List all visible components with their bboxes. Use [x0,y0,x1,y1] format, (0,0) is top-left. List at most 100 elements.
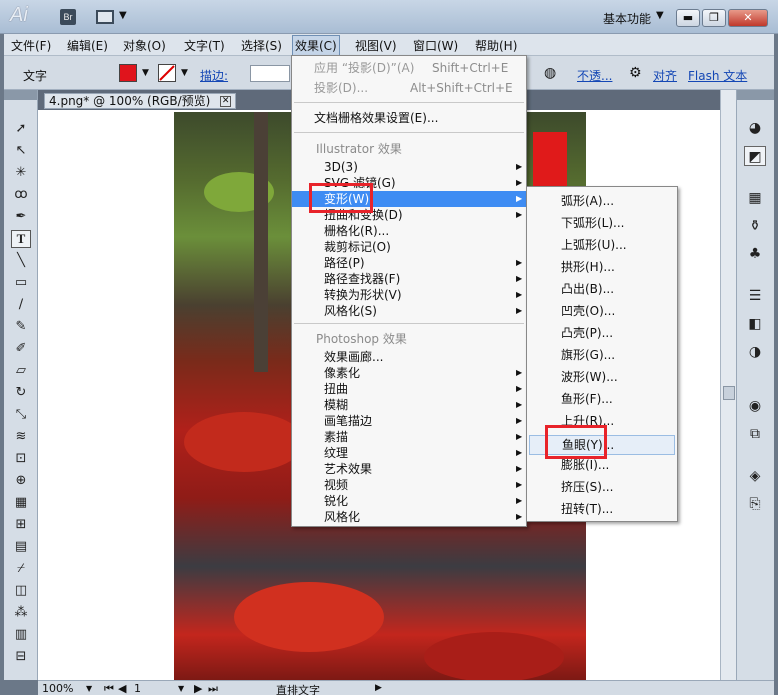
menu-item-pixelate[interactable]: 像素化 ▶ [292,365,526,381]
last-page-icon[interactable]: ⏭ [208,682,218,695]
appearance-icon[interactable]: ◉ [744,396,766,416]
symbol-sprayer-icon[interactable]: ⁂ [11,604,31,622]
menu-item-apply-last-effect[interactable]: 应用 “投影(D)”(A) Shift+Ctrl+E [292,60,526,76]
layers-icon[interactable]: ◈ [744,466,766,486]
graph-tool-icon[interactable]: ▦ [11,494,31,512]
menu-item-distort[interactable]: 扭曲 ▶ [292,381,526,397]
warp-tool-icon[interactable]: ≋ [11,428,31,446]
prev-page-icon[interactable]: ◀ [118,682,126,695]
menu-item-effect-gallery[interactable]: 效果画廊... [292,349,526,365]
blend-tool-icon[interactable]: ◫ [11,582,31,600]
menu-item-crop-marks[interactable]: 裁剪标记(O) [292,239,526,255]
menu-item-3d[interactable]: 3D(3) ▶ [292,159,526,175]
stroke-color-swatch[interactable] [158,64,176,82]
lasso-icon[interactable]: ꝏ [11,186,31,204]
menu-item-fish[interactable]: 鱼形(F)... [527,391,677,407]
chevron-down-icon[interactable]: ▼ [119,10,127,21]
menu-item-stylize[interactable]: 风格化(S) ▶ [292,303,526,319]
menu-item-artistic[interactable]: 艺术效果 ▶ [292,461,526,477]
first-page-icon[interactable]: ⏮ [104,682,114,695]
menu-item-shell-lower[interactable]: 凹壳(O)... [527,303,677,319]
artboards-icon[interactable]: ⎘ [744,494,766,514]
chevron-down-icon[interactable]: ▼ [142,68,149,78]
menu-item-path[interactable]: 路径(P) ▶ [292,255,526,271]
graphic-styles-icon[interactable]: ⧉ [744,424,766,444]
scale-tool-icon[interactable]: ⤡ [11,406,31,424]
color-guide-icon[interactable]: ◩ [744,146,766,166]
menu-item-last-effect[interactable]: 投影(D)... Alt+Shift+Ctrl+E [292,80,526,96]
menu-item-texture[interactable]: 纹理 ▶ [292,445,526,461]
menu-item-brush-strokes[interactable]: 画笔描边 ▶ [292,413,526,429]
gear-icon[interactable]: ⚙ [629,65,642,81]
menu-item-arc[interactable]: 弧形(A)... [527,193,677,209]
blob-brush-icon[interactable]: ✐ [11,340,31,358]
menu-window[interactable]: 窗口(W) [413,37,458,54]
menu-item-video[interactable]: 视频 ▶ [292,477,526,493]
menu-item-stylize-ps[interactable]: 风格化 ▶ [292,509,526,525]
selection-tool-icon[interactable]: ➚ [11,120,31,138]
stroke-label[interactable]: 描边: [200,67,228,84]
workspace-switcher[interactable]: 基本功能 [603,10,651,27]
brush-icon[interactable]: ◍ [544,65,556,81]
swatches-icon[interactable]: ▦ [744,188,766,208]
opacity-link[interactable]: 不透... [577,67,612,84]
scrollbar-thumb[interactable] [723,386,735,400]
type-tool-icon[interactable]: T [11,230,31,248]
menu-item-document-raster-settings[interactable]: 文档栅格效果设置(E)... [292,110,526,126]
menu-item-sharpen[interactable]: 锐化 ▶ [292,493,526,509]
menu-item-inflate[interactable]: 膨胀(I)... [527,457,677,473]
next-page-icon[interactable]: ▶ [194,682,202,695]
symbols-icon[interactable]: ♣ [744,244,766,264]
eraser-icon[interactable]: ▱ [11,362,31,380]
gradient-tool-icon[interactable]: ▤ [11,538,31,556]
menu-item-bulge[interactable]: 凸出(B)... [527,281,677,297]
rectangle-tool-icon[interactable]: ▭ [11,274,31,292]
chevron-down-icon[interactable]: ▼ [656,10,664,21]
flash-text-link[interactable]: Flash 文本 [688,67,747,84]
chevron-down-icon[interactable]: ▼ [86,684,92,693]
paintbrush-icon[interactable]: ∕ [11,296,31,314]
arrange-documents-icon[interactable] [96,10,114,24]
fill-color-swatch[interactable] [119,64,137,82]
eyedropper-icon[interactable]: ⌿ [11,560,31,578]
rotate-tool-icon[interactable]: ↻ [11,384,31,402]
menu-item-flag[interactable]: 旗形(G)... [527,347,677,363]
menu-edit[interactable]: 编辑(E) [67,37,108,54]
direct-selection-tool-icon[interactable]: ↖ [11,142,31,160]
pen-tool-icon[interactable]: ✒ [11,208,31,226]
menu-item-arc-lower[interactable]: 下弧形(L)... [527,215,677,231]
menu-item-pathfinder[interactable]: 路径查找器(F) ▶ [292,271,526,287]
menu-effect[interactable]: 效果(C) [292,35,340,56]
artboard-tool-icon[interactable]: ⊟ [11,648,31,666]
magic-wand-icon[interactable]: ✳ [11,164,31,182]
menu-item-shell-upper[interactable]: 凸壳(P)... [527,325,677,341]
chevron-down-icon[interactable]: ▼ [178,684,184,693]
mesh-tool-icon[interactable]: ⊞ [11,516,31,534]
line-tool-icon[interactable]: ╲ [11,252,31,270]
pencil-icon[interactable]: ✎ [11,318,31,336]
color-panel-icon[interactable]: ◕ [744,118,766,138]
zoom-level[interactable]: 100% [42,682,73,695]
free-transform-icon[interactable]: ⊡ [11,450,31,468]
menu-type[interactable]: 文字(T) [184,37,225,54]
gradient-panel-icon[interactable]: ◧ [744,314,766,334]
panel-header[interactable] [4,90,37,100]
bridge-button[interactable]: Br [60,9,76,25]
menu-item-blur[interactable]: 模糊 ▶ [292,397,526,413]
column-graph-icon[interactable]: ▥ [11,626,31,644]
vertical-scrollbar[interactable] [720,90,736,680]
stroke-panel-icon[interactable]: ☰ [744,286,766,306]
menu-help[interactable]: 帮助(H) [475,37,517,54]
menu-view[interactable]: 视图(V) [355,37,397,54]
menu-item-arc-upper[interactable]: 上弧形(U)... [527,237,677,253]
menu-item-sketch[interactable]: 素描 ▶ [292,429,526,445]
minimize-button[interactable]: ▬ [676,9,700,27]
transparency-icon[interactable]: ◑ [744,342,766,362]
close-tab-icon[interactable]: ✕ [220,96,232,107]
menu-item-arch[interactable]: 拱形(H)... [527,259,677,275]
page-number[interactable]: 1 [134,682,141,695]
close-button[interactable]: ✕ [728,9,768,27]
menu-item-wave[interactable]: 波形(W)... [527,369,677,385]
menu-file[interactable]: 文件(F) [11,37,51,54]
align-link[interactable]: 对齐 [653,67,677,84]
